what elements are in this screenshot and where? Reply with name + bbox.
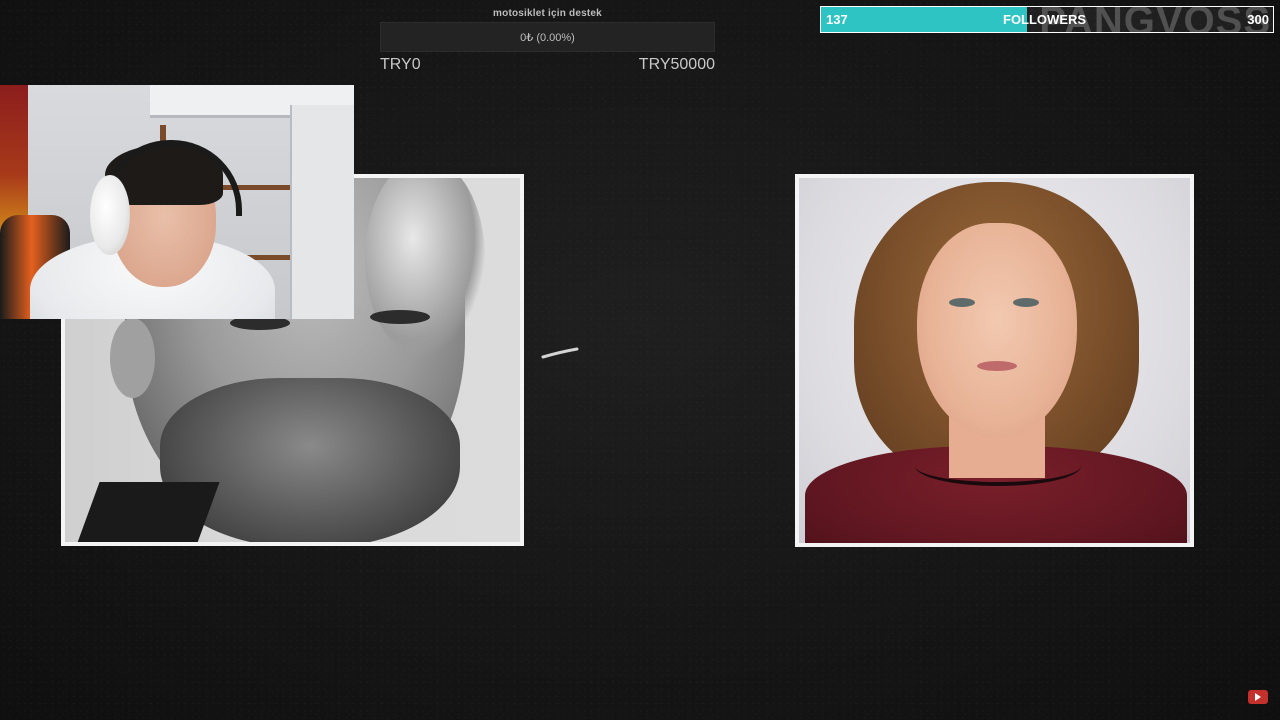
chalk-stroke xyxy=(541,347,579,359)
follower-goal-fill xyxy=(821,7,1028,32)
follower-target: 300 xyxy=(1247,12,1269,27)
video-platform-icon[interactable] xyxy=(1248,690,1268,704)
follower-count: 137 xyxy=(826,12,848,27)
follower-label: FOLLOWERS xyxy=(1003,12,1087,27)
donation-goal-widget: motosiklet için destek 0₺ (0.00%) TRY0 T… xyxy=(380,6,715,74)
woman-portrait-image xyxy=(799,178,1190,543)
portrait-photo-right xyxy=(795,174,1194,547)
donation-goal-max: TRY50000 xyxy=(638,56,715,73)
donation-goal-title: motosiklet için destek xyxy=(493,8,602,19)
headphones xyxy=(90,175,130,255)
donation-goal-progress-text: 0₺ (0.00%) xyxy=(520,31,575,44)
follower-goal-bar: PANGVOSS 137 FOLLOWERS 300 xyxy=(820,6,1274,33)
donation-goal-bar: 0₺ (0.00%) xyxy=(380,22,715,52)
donation-goal-min: TRY0 xyxy=(380,56,421,73)
streamer-webcam xyxy=(0,85,354,319)
donation-goal-range: TRY0 TRY50000 xyxy=(380,56,715,74)
